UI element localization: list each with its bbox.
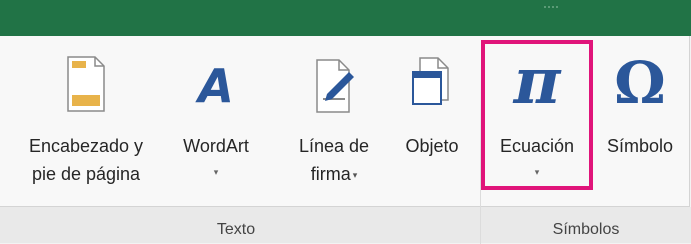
object-icon [412, 57, 449, 105]
symbol-button[interactable]: Ω Símbolo [596, 48, 684, 188]
group-separator [480, 54, 481, 244]
equation-icon: π [513, 44, 561, 119]
equation-dropdown-caret[interactable]: ▾ [484, 160, 590, 184]
symbol-label: Símbolo [606, 136, 674, 156]
signature-line-icon [316, 59, 354, 113]
header-footer-button[interactable]: Encabezado y pie de página [10, 48, 162, 188]
wordart-icon: A [195, 59, 234, 113]
wordart-label: WordArt [183, 136, 249, 156]
group-label-simbolos: Símbolos [552, 221, 620, 238]
symbol-icon: Ω [614, 49, 666, 117]
signature-line-dropdown-caret[interactable]: ▾ [353, 170, 358, 180]
signature-line-button[interactable]: Línea de firma ▾ [286, 48, 382, 188]
group-label-texto: Texto [216, 221, 256, 238]
svg-text:A: A [195, 59, 234, 113]
equation-label: Ecuación [499, 136, 575, 156]
object-button[interactable]: Objeto [392, 48, 472, 188]
header-footer-label-line1: Encabezado y [28, 136, 144, 156]
wordart-dropdown-caret[interactable]: ▾ [172, 160, 260, 184]
header-footer-icon [67, 56, 105, 112]
signature-line-label-line1: Línea de [298, 136, 370, 156]
object-label: Objeto [405, 136, 459, 156]
equation-button[interactable]: π Ecuación ▾ [484, 44, 590, 188]
title-bar [0, 0, 691, 36]
wordart-button[interactable]: A WordArt ▾ [172, 48, 260, 188]
signature-line-label-line2: firma [310, 164, 351, 184]
ribbon-grip [544, 6, 558, 11]
header-footer-label-line2: pie de página [31, 164, 141, 184]
